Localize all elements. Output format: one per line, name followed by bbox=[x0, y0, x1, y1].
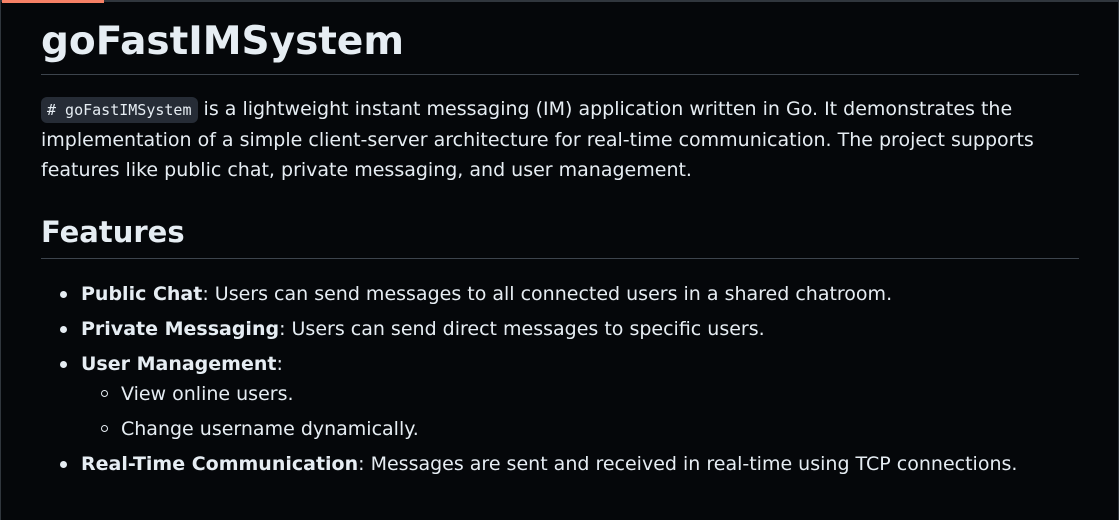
feature-item-user-management: User Management: View online users. Chan… bbox=[41, 349, 1079, 444]
bullet-disc-icon bbox=[60, 361, 67, 368]
bullet-disc-icon bbox=[60, 461, 67, 468]
feature-name: Private Messaging bbox=[81, 318, 280, 340]
user-management-sublist: View online users. Change username dynam… bbox=[81, 379, 1079, 444]
feature-description: : Users can send direct messages to spec… bbox=[279, 318, 765, 340]
feature-name: Public Chat bbox=[81, 283, 203, 305]
bullet-disc-icon bbox=[60, 326, 67, 333]
features-heading: Features bbox=[41, 214, 1079, 259]
intro-inline-code: # goFastIMSystem bbox=[41, 97, 198, 123]
bullet-circle-icon bbox=[101, 425, 108, 432]
bullet-disc-icon bbox=[60, 291, 67, 298]
feature-item-private-messaging: Private Messaging: Users can send direct… bbox=[41, 314, 1079, 344]
feature-name: User Management bbox=[81, 353, 277, 375]
features-list: Public Chat: Users can send messages to … bbox=[41, 279, 1079, 479]
bullet-circle-icon bbox=[101, 390, 108, 397]
feature-item-real-time-communication: Real-Time Communication: Messages are se… bbox=[41, 449, 1079, 479]
sub-item-change-username: Change username dynamically. bbox=[81, 414, 1079, 444]
window-left-border bbox=[0, 0, 1, 520]
intro-paragraph: # goFastIMSystem is a lightweight instan… bbox=[41, 94, 1079, 185]
sub-item-text: View online users. bbox=[121, 383, 294, 405]
feature-item-public-chat: Public Chat: Users can send messages to … bbox=[41, 279, 1079, 309]
feature-description: : bbox=[276, 353, 283, 375]
sub-item-view-online-users: View online users. bbox=[81, 379, 1079, 409]
feature-description: : Messages are sent and received in real… bbox=[358, 453, 1018, 475]
readme-content: goFastIMSystem # goFastIMSystem is a lig… bbox=[41, 0, 1079, 484]
sub-item-text: Change username dynamically. bbox=[121, 418, 419, 440]
feature-description: : Users can send messages to all connect… bbox=[202, 283, 893, 305]
page-title: goFastIMSystem bbox=[41, 0, 1079, 75]
feature-name: Real-Time Communication bbox=[81, 453, 359, 475]
